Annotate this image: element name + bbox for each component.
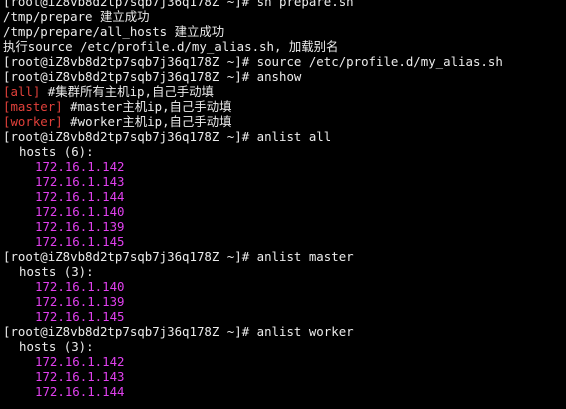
terminal-text: [root@iZ8vb8d2tp7sqb7j36q178Z ~]# anlist… (3, 129, 332, 144)
terminal-line: 172.16.1.139 (3, 219, 566, 234)
terminal-line: 172.16.1.144 (3, 189, 566, 204)
terminal-line: [root@iZ8vb8d2tp7sqb7j36q178Z ~]# anshow (3, 69, 566, 84)
terminal-line: hosts (3): (3, 264, 566, 279)
terminal-line: 172.16.1.142 (3, 159, 566, 174)
terminal-text: hosts (3): (19, 264, 94, 279)
host-ip: 172.16.1.142 (35, 159, 125, 174)
terminal-line: 172.16.1.143 (3, 174, 566, 189)
terminal-line: 172.16.1.145 (3, 234, 566, 249)
terminal-line: [worker] #worker主机ip,自己手动填 (3, 114, 566, 129)
terminal-line: /tmp/prepare/all_hosts 建立成功 (3, 24, 566, 39)
terminal-text: hosts (6): (19, 144, 94, 159)
terminal-line: 172.16.1.140 (3, 204, 566, 219)
host-ip: 172.16.1.139 (35, 219, 125, 234)
terminal-text: /tmp/prepare/all_hosts 建立成功 (3, 24, 225, 39)
host-ip: 172.16.1.144 (35, 384, 125, 399)
terminal-line: 172.16.1.144 (3, 384, 566, 399)
host-ip: 172.16.1.144 (35, 189, 125, 204)
terminal-line: 172.16.1.139 (3, 294, 566, 309)
terminal-text: #master主机ip,自己手动填 (62, 99, 232, 114)
host-ip: 172.16.1.143 (35, 174, 125, 189)
host-ip: 172.16.1.143 (35, 369, 125, 384)
terminal-line: hosts (6): (3, 144, 566, 159)
host-ip: 172.16.1.145 (35, 309, 125, 324)
host-ip: 172.16.1.140 (35, 204, 125, 219)
host-ip: 172.16.1.139 (35, 294, 125, 309)
terminal-line: [root@iZ8vb8d2tp7sqb7j36q178Z ~]# anlist… (3, 249, 566, 264)
terminal-text: #集群所有主机ip,自己手动填 (40, 84, 214, 99)
host-ip: 172.16.1.142 (35, 354, 125, 369)
terminal-line: [root@iZ8vb8d2tp7sqb7j36q178Z ~]# sh pre… (3, 0, 566, 9)
terminal-text: /tmp/prepare 建立成功 (3, 9, 150, 24)
terminal-line: hosts (3): (3, 339, 566, 354)
terminal-text: 执行source /etc/profile.d/my_alias.sh, 加载别… (3, 39, 339, 54)
terminal-line: 执行source /etc/profile.d/my_alias.sh, 加载别… (3, 39, 566, 54)
host-ip: 172.16.1.140 (35, 279, 125, 294)
terminal-text: hosts (3): (19, 339, 94, 354)
terminal-line: 172.16.1.145 (3, 309, 566, 324)
terminal-line: /tmp/prepare 建立成功 (3, 9, 566, 24)
group-tag: [master] (3, 99, 63, 114)
terminal-line: 172.16.1.140 (3, 279, 566, 294)
host-ip: 172.16.1.145 (35, 234, 125, 249)
terminal-line: 172.16.1.142 (3, 354, 566, 369)
terminal-line: [root@iZ8vb8d2tp7sqb7j36q178Z ~]# anlist… (3, 129, 566, 144)
group-tag: [worker] (3, 114, 63, 129)
terminal-line: 172.16.1.143 (3, 369, 566, 384)
terminal-text: [root@iZ8vb8d2tp7sqb7j36q178Z ~]# sh pre… (3, 0, 354, 9)
terminal-line: [all] #集群所有主机ip,自己手动填 (3, 84, 566, 99)
terminal-text: [root@iZ8vb8d2tp7sqb7j36q178Z ~]# anshow (3, 69, 302, 84)
group-tag: [all] (3, 84, 41, 99)
terminal-line: [root@iZ8vb8d2tp7sqb7j36q178Z ~]# anlist… (3, 324, 566, 339)
terminal-text: #worker主机ip,自己手动填 (62, 114, 232, 129)
terminal-line: [root@iZ8vb8d2tp7sqb7j36q178Z ~]# source… (3, 54, 566, 69)
terminal-text: [root@iZ8vb8d2tp7sqb7j36q178Z ~]# anlist… (3, 324, 354, 339)
terminal-text: [root@iZ8vb8d2tp7sqb7j36q178Z ~]# source… (3, 54, 503, 69)
terminal-output[interactable]: [root@iZ8vb8d2tp7sqb7j36q178Z ~]# sh pre… (3, 0, 566, 399)
terminal-line: [master] #master主机ip,自己手动填 (3, 99, 566, 114)
terminal-text: [root@iZ8vb8d2tp7sqb7j36q178Z ~]# anlist… (3, 249, 354, 264)
